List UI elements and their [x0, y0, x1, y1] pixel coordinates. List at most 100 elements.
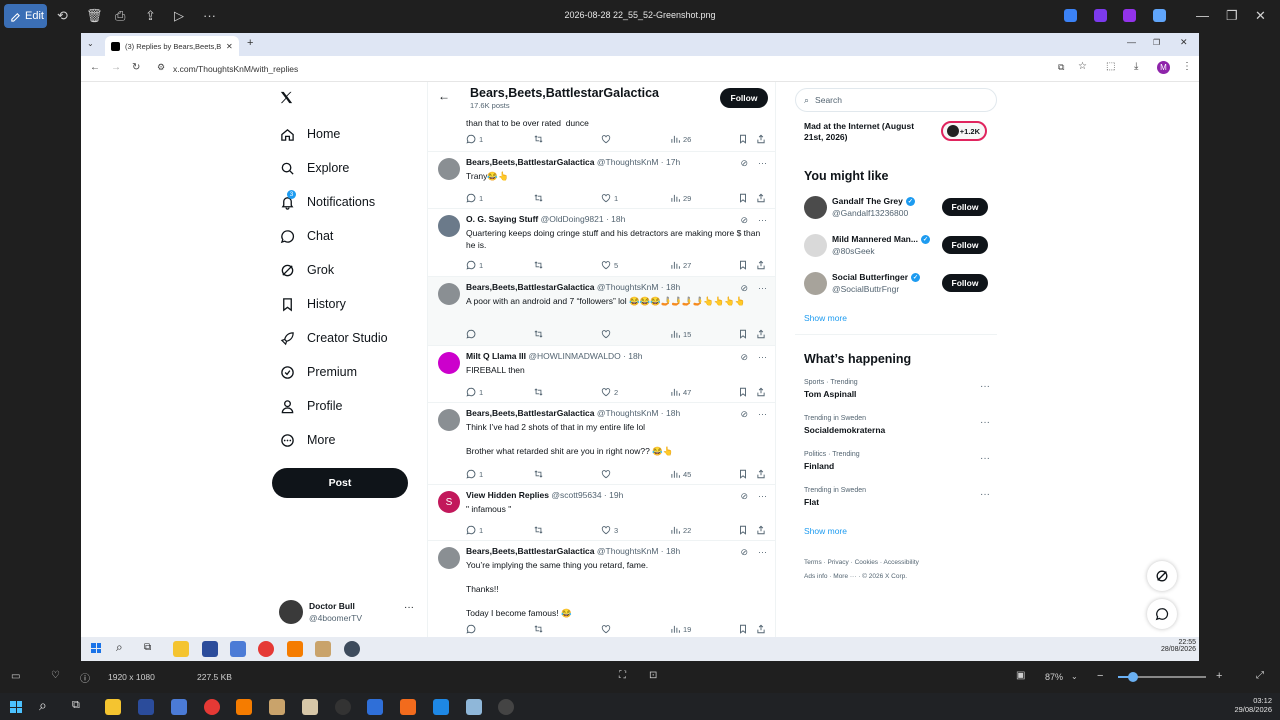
suggestion-avatar[interactable]: [804, 196, 827, 219]
fit-icon[interactable]: ▣: [1016, 670, 1025, 681]
repost-button[interactable]: [533, 193, 544, 203]
views-button[interactable]: 19: [670, 624, 691, 634]
nav-item-grok[interactable]: Grok: [279, 262, 334, 278]
extensions-icon[interactable]: ⬚: [1106, 61, 1115, 72]
browser-tab[interactable]: (3) Replies by Bears,Beets,Battle ✕: [105, 36, 239, 56]
tweet-avatar[interactable]: [438, 283, 460, 305]
like-button[interactable]: [601, 624, 614, 634]
views-button[interactable]: 22: [670, 525, 691, 535]
filmstrip-icon[interactable]: ▭: [11, 671, 20, 682]
event-title[interactable]: Mad at the Internet (August 21st, 2026): [804, 121, 928, 143]
bookmark-button[interactable]: [738, 134, 748, 144]
scan-icon[interactable]: ⊡: [649, 670, 657, 681]
tweet-author[interactable]: Milt Q Llama III: [466, 351, 526, 361]
grok-icon[interactable]: ⊘: [740, 352, 748, 363]
reply-button[interactable]: 1: [466, 193, 483, 203]
footer-link[interactable]: Terms: [804, 559, 822, 566]
reload-icon[interactable]: ↻: [132, 62, 140, 73]
zoom-dropdown-icon[interactable]: ⌄: [1071, 672, 1078, 681]
download-icon[interactable]: ⤓: [1134, 61, 1138, 72]
tweet-handle[interactable]: @ThoughtsKnM · 18h: [597, 408, 680, 418]
grok-icon[interactable]: ⊘: [740, 409, 748, 420]
share-button[interactable]: [756, 469, 766, 479]
tweet[interactable]: S View Hidden Replies @scott95634 · 19h ⊘ ·…: [428, 485, 775, 541]
nav-item-explore[interactable]: Explore: [279, 160, 349, 176]
suggestion-row[interactable]: Social Butterfinger ✓ @SocialButtrFngr Fo…: [804, 271, 990, 297]
nav-item-profile[interactable]: Profile: [279, 398, 342, 414]
zoom-out-icon[interactable]: −: [1097, 670, 1103, 682]
browser-close-icon[interactable]: ✕: [1180, 37, 1188, 48]
footer-link[interactable]: Ads info: [804, 573, 828, 580]
taskbar-app-icon-6[interactable]: [367, 699, 383, 715]
tweet[interactable]: Milt Q Llama III @HOWLINMADWALDO · 18h ⊘ ·…: [428, 346, 775, 403]
tweet-avatar[interactable]: S: [438, 491, 460, 513]
rotate-icon[interactable]: ⟲: [57, 8, 68, 24]
suggestion-avatar[interactable]: [804, 272, 827, 295]
repost-button[interactable]: [533, 469, 544, 479]
follow-button[interactable]: Follow: [942, 274, 988, 292]
maximize-icon[interactable]: ❐: [1226, 8, 1238, 24]
slideshow-icon[interactable]: ▷: [174, 8, 184, 24]
crop-icon[interactable]: ⛶: [619, 670, 626, 681]
edit-button[interactable]: Edit: [4, 4, 47, 28]
tweet-avatar[interactable]: [438, 547, 460, 569]
footer-link[interactable]: Cookies: [855, 559, 878, 566]
share-button[interactable]: [756, 525, 766, 535]
views-button[interactable]: 27: [670, 260, 691, 270]
share-button[interactable]: [756, 387, 766, 397]
tweet-avatar[interactable]: [438, 352, 460, 374]
start-icon[interactable]: [10, 701, 22, 713]
app-icon-2[interactable]: [1094, 9, 1107, 22]
suggestion-row[interactable]: Mild Mannered Man... ✓ @80sGeek Follow: [804, 233, 990, 259]
nav-item-more[interactable]: More: [279, 432, 335, 448]
suggestion-name[interactable]: Social Butterfinger: [832, 272, 908, 282]
inner-search-icon[interactable]: ⌕: [116, 640, 123, 655]
inner-app-icon-1[interactable]: [202, 641, 218, 657]
follow-button[interactable]: Follow: [942, 198, 988, 216]
tweet-avatar[interactable]: [438, 409, 460, 431]
like-button[interactable]: 2: [601, 387, 618, 397]
show-more-trends-link[interactable]: Show more: [804, 526, 847, 536]
print-icon[interactable]: ⎙: [115, 8, 125, 24]
show-more-suggestions-link[interactable]: Show more: [804, 313, 847, 323]
views-button[interactable]: 26: [670, 134, 691, 144]
app-icon-3[interactable]: [1123, 9, 1136, 22]
footer-link[interactable]: Accessibility: [883, 559, 918, 566]
trend-item[interactable]: Sports · Trending Tom Aspinall ···: [804, 379, 990, 399]
inner-start-icon[interactable]: [91, 643, 101, 653]
share-button[interactable]: [756, 134, 766, 144]
bookmark-button[interactable]: [738, 387, 748, 397]
vlc-icon[interactable]: [236, 699, 252, 715]
reply-button[interactable]: 1: [466, 134, 483, 144]
new-tab-icon[interactable]: +: [247, 37, 253, 49]
follow-button[interactable]: Follow: [942, 236, 988, 254]
reply-button[interactable]: 1: [466, 469, 483, 479]
tweet-author[interactable]: Bears,Beets,BattlestarGalactica: [466, 546, 595, 556]
reply-button[interactable]: 1: [466, 260, 483, 270]
minimize-icon[interactable]: —: [1196, 8, 1209, 23]
zoom-level[interactable]: 87%: [1045, 672, 1063, 682]
share-button[interactable]: [756, 260, 766, 270]
tweet-avatar[interactable]: [438, 158, 460, 180]
tweet[interactable]: Bears,Beets,BattlestarGalactica @Thought…: [428, 403, 775, 485]
profile-avatar[interactable]: M: [1157, 61, 1170, 74]
views-button[interactable]: 29: [670, 193, 691, 203]
tweet-author[interactable]: Bears,Beets,BattlestarGalactica: [466, 408, 595, 418]
tab-list-icon[interactable]: ⌄: [87, 39, 94, 48]
like-button[interactable]: 3: [601, 525, 618, 535]
inner-vlc-icon[interactable]: [287, 641, 303, 657]
install-icon[interactable]: ⧉: [1058, 62, 1064, 73]
views-button[interactable]: 45: [670, 469, 691, 479]
tweet-more-icon[interactable]: ···: [758, 158, 767, 169]
nav-item-creator-studio[interactable]: Creator Studio: [279, 330, 388, 346]
trend-more-icon[interactable]: ···: [980, 417, 990, 428]
zoom-slider-thumb[interactable]: [1128, 672, 1138, 682]
close-icon[interactable]: ✕: [1255, 8, 1266, 24]
star-icon[interactable]: ☆: [1078, 61, 1087, 72]
tweet-handle[interactable]: @ThoughtsKnM · 17h: [597, 157, 680, 167]
bookmark-button[interactable]: [738, 193, 748, 203]
grok-icon[interactable]: ⊘: [740, 547, 748, 558]
delete-icon[interactable]: 🗑: [86, 8, 103, 24]
like-button[interactable]: [601, 329, 614, 339]
browser-minimize-icon[interactable]: —: [1127, 37, 1136, 47]
